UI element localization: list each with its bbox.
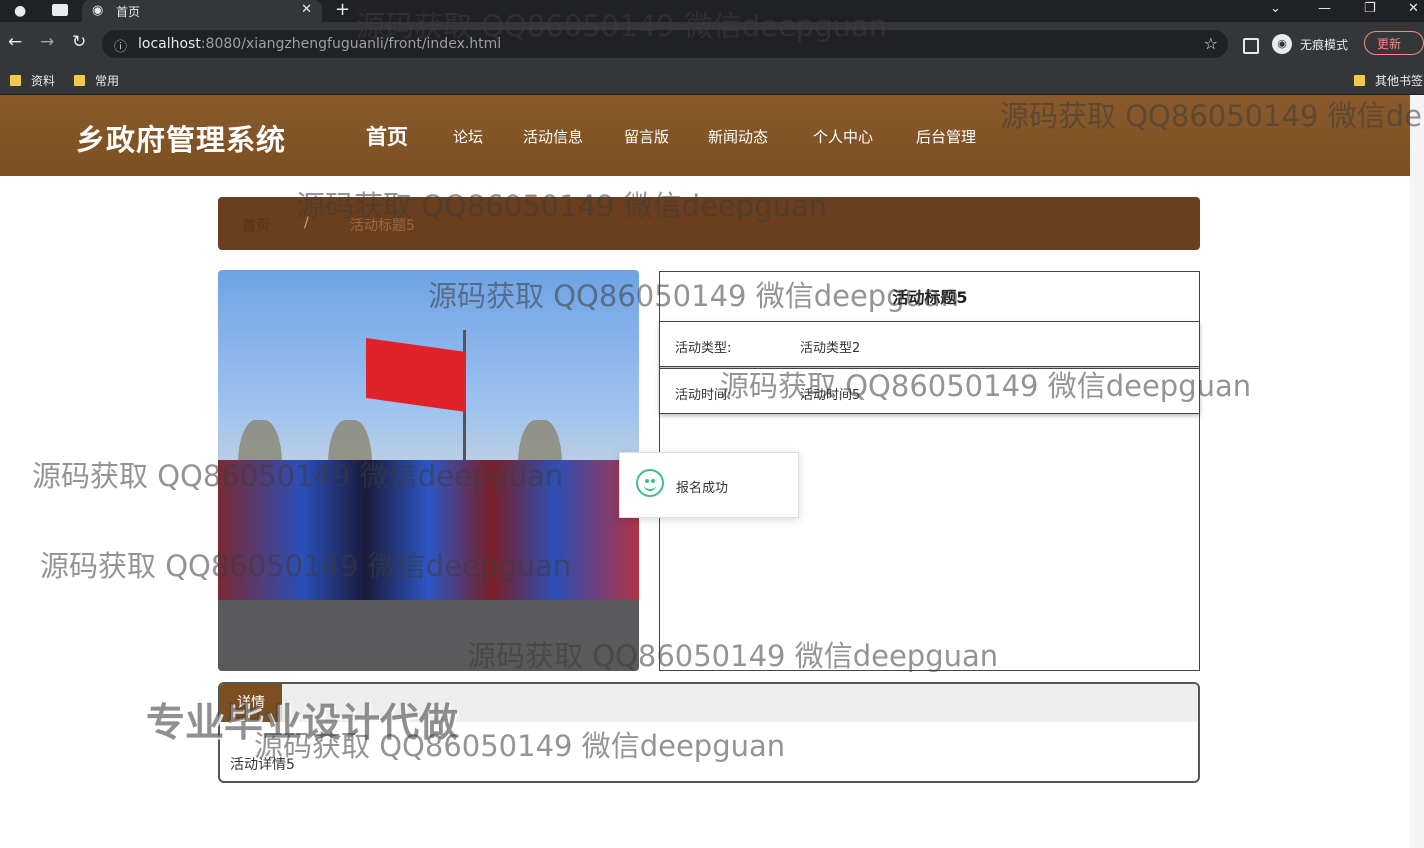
new-tab-button[interactable]: +	[335, 0, 350, 20]
address-bar[interactable]: ⓘ localhost:8080/xiangzhengfuguanli/fron…	[102, 30, 1228, 58]
update-button[interactable]: 更新	[1364, 31, 1424, 55]
activity-time-value: 活动时间5	[800, 388, 861, 403]
detail-body: 活动详情5	[230, 757, 295, 773]
profile-icon[interactable]: ●	[14, 3, 26, 19]
bookmark-folder-changyong[interactable]: 常用	[74, 72, 119, 89]
activity-time-label: 活动时间:	[675, 388, 732, 403]
minimize-icon[interactable]: —	[1318, 0, 1331, 18]
close-tab-icon[interactable]: ✕	[301, 2, 312, 17]
success-toast: 报名成功	[619, 452, 799, 518]
watermark-big: 专业毕业设计代做	[146, 701, 459, 746]
side-panel-icon[interactable]	[1243, 38, 1259, 54]
tab-title: 首页	[116, 5, 141, 19]
bookmark-star-icon[interactable]: ☆	[1204, 34, 1218, 53]
nav-forum[interactable]: 论坛	[453, 126, 483, 147]
close-window-icon[interactable]: ✕	[1408, 0, 1419, 18]
breadcrumb-home[interactable]: 首页	[242, 215, 270, 235]
activity-time-row: 活动时间: 活动时间5	[659, 368, 1200, 414]
browser-tab[interactable]: ◉ 首页 ✕	[82, 0, 322, 22]
smile-icon	[636, 469, 664, 497]
breadcrumb: 首页 / 活动标题5	[218, 197, 1200, 250]
photo-ground	[218, 600, 639, 671]
globe-icon: ◉	[92, 3, 104, 18]
nav-activity-info[interactable]: 活动信息	[523, 126, 583, 147]
photo-red-flag	[366, 337, 466, 413]
folder-icon	[1354, 75, 1365, 86]
nav-news[interactable]: 新闻动态	[708, 126, 768, 147]
bookmarks-bar: 资料 常用 其他书签	[0, 66, 1424, 95]
toast-message: 报名成功	[676, 481, 729, 496]
browser-toolbar: ← → ↻ ⓘ localhost:8080/xiangzhengfuguanl…	[0, 22, 1424, 66]
bookmark-folder-ziliao[interactable]: 资料	[10, 72, 55, 89]
site-header: 乡政府管理系统 首页 论坛 活动信息 留言版 新闻动态 个人中心 后台管理	[0, 95, 1424, 176]
folder-icon	[74, 75, 85, 86]
tab-search-icon[interactable]	[52, 4, 68, 16]
incognito-icon[interactable]: ◉	[1272, 34, 1292, 54]
site-logo[interactable]: 乡政府管理系统	[76, 117, 286, 159]
activity-type-value: 活动类型2	[800, 341, 861, 356]
reload-icon[interactable]: ↻	[72, 33, 86, 51]
folder-icon	[10, 75, 21, 86]
browser-tab-strip: ● ◉ 首页 ✕ + ⌄ — ❐ ✕	[0, 0, 1424, 22]
forward-icon[interactable]: →	[40, 33, 54, 51]
breadcrumb-separator: /	[304, 215, 309, 231]
page-scrollbar[interactable]	[1410, 95, 1424, 848]
activity-photo	[218, 270, 639, 671]
chevron-down-icon[interactable]: ⌄	[1270, 0, 1281, 18]
bookmark-folder-other[interactable]: 其他书签	[1354, 72, 1423, 89]
incognito-label: 无痕模式	[1300, 38, 1349, 52]
activity-type-row: 活动类型: 活动类型2	[659, 321, 1200, 367]
nav-admin[interactable]: 后台管理	[916, 126, 976, 147]
site-info-icon[interactable]: ⓘ	[114, 36, 127, 55]
activity-type-label: 活动类型:	[675, 341, 732, 356]
photo-crowd	[218, 460, 639, 610]
nav-message-board[interactable]: 留言版	[624, 126, 669, 147]
nav-personal-center[interactable]: 个人中心	[813, 126, 873, 147]
nav-home[interactable]: 首页	[366, 121, 408, 151]
url-text[interactable]: localhost:8080/xiangzhengfuguanli/front/…	[138, 36, 501, 52]
restore-icon[interactable]: ❐	[1364, 0, 1376, 18]
breadcrumb-current: 活动标题5	[350, 218, 415, 234]
back-icon[interactable]: ←	[8, 33, 22, 51]
activity-title: 活动标题5	[892, 288, 968, 307]
